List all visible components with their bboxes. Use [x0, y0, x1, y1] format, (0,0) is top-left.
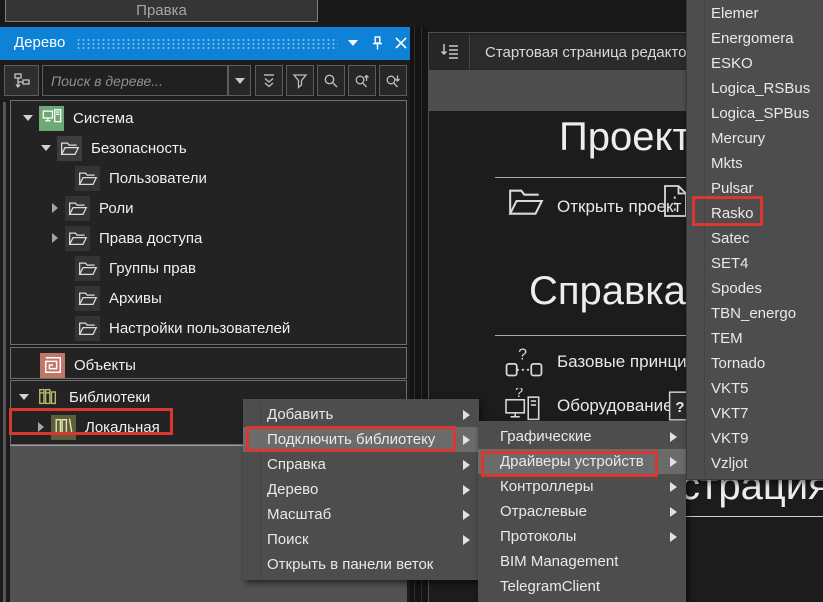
submenu-item-controllers[interactable]: Контроллеры — [478, 474, 686, 499]
svg-text:?: ? — [518, 347, 527, 364]
driver-item-vkt7[interactable]: VKT7 — [687, 401, 823, 426]
driver-item-mercury[interactable]: Mercury — [687, 126, 823, 151]
menu-item-connect-library[interactable]: Подключить библиотеку — [243, 427, 479, 452]
driver-item-energomera[interactable]: Energomera — [687, 26, 823, 51]
tree-scrollbar[interactable] — [3, 102, 6, 602]
tree-item-user-settings[interactable]: Настройки пользователей — [11, 313, 406, 343]
basic-principles-icon[interactable]: ? — [505, 345, 543, 382]
edit-menu-button[interactable]: Правка — [5, 0, 318, 22]
library-type-submenu: Графические Драйверы устройств Контролле… — [478, 421, 686, 602]
expander-closed-icon[interactable] — [38, 422, 44, 432]
folder-icon — [75, 286, 100, 311]
svg-text:?: ? — [675, 399, 684, 416]
tree-options-button[interactable] — [4, 65, 39, 96]
pin-icon[interactable] — [368, 33, 386, 53]
menu-item-scale[interactable]: Масштаб — [243, 502, 479, 527]
screenshot-root: Правка Дерево — [0, 0, 823, 602]
expander-open-icon[interactable] — [19, 394, 29, 400]
svg-text:?: ? — [515, 388, 523, 401]
folder-icon — [75, 316, 100, 341]
expand-all-button[interactable] — [255, 65, 283, 96]
search-up-button[interactable] — [348, 65, 376, 96]
folder-icon — [65, 226, 90, 251]
libraries-icon — [35, 385, 60, 410]
driver-item-vzljot[interactable]: Vzljot — [687, 451, 823, 476]
driver-item-esko[interactable]: ESKO — [687, 51, 823, 76]
help-section-heading: Справка — [529, 269, 686, 314]
menu-item-search[interactable]: Поиск — [243, 527, 479, 552]
driver-item-logica-spbus[interactable]: Logica_SPBus — [687, 101, 823, 126]
driver-item-tbn-energo[interactable]: TBN_energo — [687, 301, 823, 326]
folder-icon — [75, 256, 100, 281]
driver-item-spodes[interactable]: Spodes — [687, 276, 823, 301]
tree-toolbar — [0, 62, 410, 99]
folder-icon — [57, 136, 82, 161]
local-library-icon — [51, 415, 76, 440]
device-drivers-submenu: Elemer Energomera ESKO Logica_RSBus Logi… — [686, 0, 823, 480]
driver-item-vkt5[interactable]: VKT5 — [687, 376, 823, 401]
driver-item-satec[interactable]: Satec — [687, 226, 823, 251]
tree-group-system: Система Безопасность Пользователи — [10, 100, 407, 345]
expander-open-icon[interactable] — [23, 115, 33, 121]
submenu-item-device-drivers[interactable]: Драйверы устройств — [478, 449, 686, 474]
tree-item-system[interactable]: Система — [11, 103, 406, 133]
driver-item-logica-rsbus[interactable]: Logica_RSBus — [687, 76, 823, 101]
filter-icon[interactable] — [286, 65, 314, 96]
tree-item-rights-groups[interactable]: Группы прав — [11, 253, 406, 283]
tab-list-button[interactable] — [430, 35, 470, 69]
tree-item-roles[interactable]: Роли — [11, 193, 406, 223]
tree-item-access-rights[interactable]: Права доступа — [11, 223, 406, 253]
folder-icon — [65, 196, 90, 221]
expander-open-icon[interactable] — [41, 145, 51, 151]
submenu-item-telegram-client[interactable]: TelegramClient — [478, 574, 686, 599]
project-section-heading: Проект — [559, 115, 691, 160]
driver-item-rasko[interactable]: Rasko — [687, 201, 823, 226]
tree-panel-title: Дерево — [14, 34, 65, 51]
driver-item-pulsar[interactable]: Pulsar — [687, 176, 823, 201]
expander-closed-icon[interactable] — [52, 233, 58, 243]
driver-item-vkt9[interactable]: VKT9 — [687, 426, 823, 451]
tree-item-objects[interactable]: Объекты — [11, 350, 406, 380]
driver-item-set4[interactable]: SET4 — [687, 251, 823, 276]
search-dropdown-button[interactable] — [228, 65, 251, 96]
tab-start-page-label: Стартовая страница редактора — [471, 44, 703, 61]
submenu-item-industry[interactable]: Отраслевые — [478, 499, 686, 524]
submenu-item-protocols[interactable]: Протоколы — [478, 524, 686, 549]
open-folder-icon[interactable] — [507, 185, 545, 222]
menu-item-add[interactable]: Добавить — [243, 402, 479, 427]
driver-item-tornado[interactable]: Tornado — [687, 351, 823, 376]
submenu-item-graphic[interactable]: Графические — [478, 424, 686, 449]
search-button[interactable] — [317, 65, 345, 96]
driver-item-elemer[interactable]: Elemer — [687, 1, 823, 26]
edit-menu-label: Правка — [136, 2, 187, 19]
tree-item-users[interactable]: Пользователи — [11, 163, 406, 193]
panel-menu-chevron-down-icon[interactable] — [344, 33, 362, 53]
objects-icon — [40, 353, 65, 378]
search-input[interactable] — [42, 65, 228, 96]
equipment-link[interactable]: Оборудование — [557, 396, 673, 416]
tree-item-security[interactable]: Безопасность — [11, 133, 406, 163]
menu-item-help[interactable]: Справка — [243, 452, 479, 477]
tree-context-menu: Добавить Подключить библиотеку Справка Д… — [243, 399, 479, 580]
system-icon — [39, 106, 64, 131]
driver-item-mkts[interactable]: Mkts — [687, 151, 823, 176]
driver-item-tem[interactable]: TEM — [687, 326, 823, 351]
folder-icon — [75, 166, 100, 191]
tree-item-archives[interactable]: Архивы — [11, 283, 406, 313]
tree-group-objects: Объекты — [10, 347, 407, 379]
search-down-button[interactable] — [379, 65, 407, 96]
close-icon[interactable] — [392, 33, 410, 53]
submenu-item-bim-management[interactable]: BIM Management — [478, 549, 686, 574]
drag-handle-dots[interactable] — [76, 38, 338, 50]
tree-panel-titlebar[interactable]: Дерево — [0, 27, 410, 60]
new-project-page-icon[interactable] — [662, 183, 689, 224]
expander-closed-icon[interactable] — [52, 203, 58, 213]
menu-item-tree[interactable]: Дерево — [243, 477, 479, 502]
menu-item-open-branch-panel[interactable]: Открыть в панели веток — [243, 552, 479, 577]
